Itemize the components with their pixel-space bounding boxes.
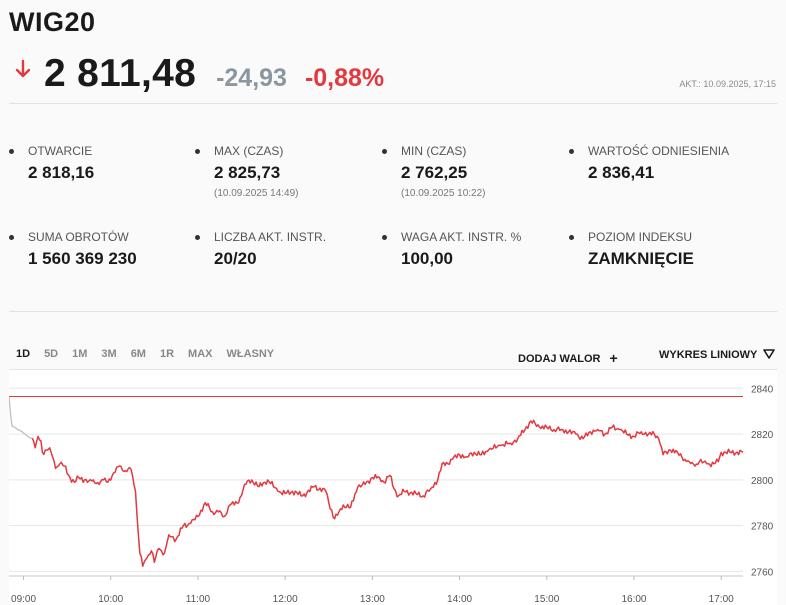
absolute-change: -24,93	[216, 64, 287, 92]
chart-canvas: 2760 2780 2800 2820 2840 09:00 10:00 11:00 12:00…	[9, 384, 774, 605]
x-tick-label: 15:00	[534, 594, 559, 605]
index-name: WIG20	[9, 7, 96, 37]
plus-icon: +	[609, 350, 618, 366]
stat-value: 2 818,16	[28, 163, 95, 182]
add-stock-label: DODAJ WALOR	[518, 353, 601, 365]
stat-time: (10.09.2025 14:49)	[214, 188, 299, 199]
stat-value: ZAMKNIĘCIE	[588, 249, 694, 268]
x-tick-label: 11:00	[186, 594, 211, 605]
y-tick-label: 2800	[751, 476, 774, 487]
x-tick-label: 14:00	[447, 594, 472, 605]
bullet-icon	[9, 149, 14, 154]
tab-range-6m[interactable]: 6M	[124, 340, 153, 371]
triangle-down-icon	[763, 349, 776, 359]
price-row: 2 811,48 -24,93 -0,88%	[14, 52, 384, 96]
tab-range-5d[interactable]: 5D	[37, 340, 65, 371]
stat-value: 2 825,73	[214, 163, 281, 182]
stat-label: WAGA AKT. INSTR. %	[401, 230, 522, 244]
stat-weight: WAGA AKT. INSTR. % 100,00	[382, 230, 522, 269]
bullet-icon	[569, 235, 574, 240]
percent-change: -0,88%	[304, 64, 385, 92]
stat-active-instruments: LICZBA AKT. INSTR. 20/20	[195, 230, 327, 269]
stat-turnover: SUMA OBROTÓW 1 560 369 230	[9, 230, 137, 269]
divider	[9, 103, 777, 104]
tab-range-custom[interactable]: WŁASNY	[219, 340, 281, 371]
bullet-icon	[382, 235, 387, 240]
last-update-timestamp: AKT.: 10.09.2025, 17:15	[679, 79, 776, 89]
stat-open: OTWARCIE 2 818,16	[9, 144, 95, 183]
divider	[9, 311, 777, 312]
stat-index-level: POZIOM INDEKSU ZAMKNIĘCIE	[569, 230, 694, 269]
x-tick-label: 12:00	[273, 594, 298, 605]
x-tick-label: 09:00	[11, 594, 36, 605]
price-series-line	[31, 419, 744, 567]
y-tick-label: 2760	[751, 567, 774, 578]
bullet-icon	[195, 149, 200, 154]
x-tick-label: 17:00	[709, 594, 734, 605]
stat-label: SUMA OBROTÓW	[28, 230, 129, 244]
stat-label: MIN (CZAS)	[401, 144, 467, 158]
stat-value: 20/20	[214, 249, 257, 268]
chart-type-label: WYKRES LINIOWY	[659, 349, 758, 361]
pre-open-series-line	[9, 396, 33, 440]
range-tabs: 1D 5D 1M 3M 6M 1R MAX WŁASNY	[9, 340, 281, 371]
stat-value: 1 560 369 230	[28, 249, 137, 268]
x-tick-label: 16:00	[621, 594, 646, 605]
tab-range-1d[interactable]: 1D	[9, 340, 38, 371]
stat-time: (10.09.2025 10:22)	[401, 188, 486, 199]
price-chart: 2760 2780 2800 2820 2840 09:00 10:00 11:00 12:00…	[9, 369, 777, 605]
bullet-icon	[569, 149, 574, 154]
tab-range-1r[interactable]: 1R	[153, 340, 181, 371]
bullet-icon	[382, 149, 387, 154]
bullet-icon	[195, 235, 200, 240]
stat-label: WARTOŚĆ ODNIESIENIA	[588, 144, 730, 158]
tab-range-1m[interactable]: 1M	[65, 340, 94, 371]
y-tick-label: 2840	[751, 384, 774, 395]
y-tick-label: 2820	[751, 430, 774, 441]
stat-value: 100,00	[401, 249, 453, 268]
stat-label: LICZBA AKT. INSTR.	[214, 230, 327, 244]
stat-value: 2 836,41	[588, 163, 655, 182]
stat-min: MIN (CZAS) 2 762,25 (10.09.2025 10:22)	[382, 144, 486, 199]
bullet-icon	[9, 235, 14, 240]
stat-label: OTWARCIE	[28, 144, 93, 158]
chart-type-dropdown[interactable]: WYKRES LINIOWY	[659, 349, 776, 361]
stat-max: MAX (CZAS) 2 825,73 (10.09.2025 14:49)	[195, 144, 299, 199]
tab-range-max[interactable]: MAX	[181, 340, 219, 371]
tab-range-3m[interactable]: 3M	[94, 340, 123, 371]
add-stock-button[interactable]: DODAJ WALOR +	[518, 349, 618, 366]
y-tick-label: 2780	[751, 522, 774, 533]
x-tick-label: 10:00	[98, 594, 123, 605]
stat-label: MAX (CZAS)	[214, 144, 284, 158]
x-tick-label: 13:00	[360, 594, 385, 605]
stat-label: POZIOM INDEKSU	[588, 230, 693, 244]
stat-reference: WARTOŚĆ ODNIESIENIA 2 836,41	[569, 144, 730, 183]
stat-value: 2 762,25	[401, 163, 468, 182]
current-price: 2 811,48	[44, 52, 197, 95]
down-arrow-icon	[15, 59, 31, 78]
